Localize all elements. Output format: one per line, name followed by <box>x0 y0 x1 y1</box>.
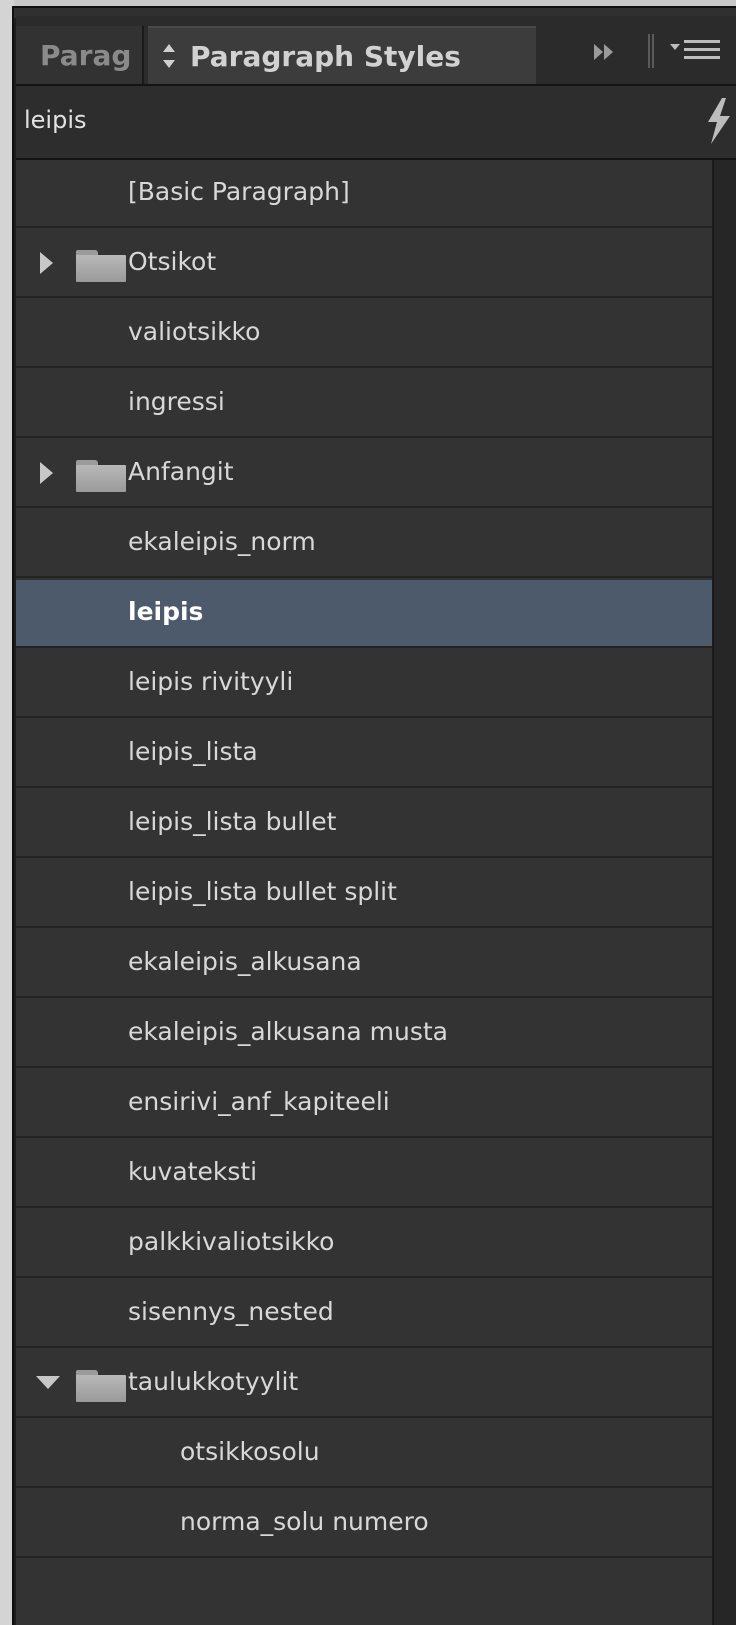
style-label: ensirivi_anf_kapiteeli <box>128 1087 390 1116</box>
style-row[interactable]: kuvateksti <box>16 1140 712 1208</box>
style-label: Anfangit <box>128 457 234 486</box>
lightning-icon[interactable] <box>702 96 736 146</box>
collapse-panel-icon[interactable] <box>592 40 622 64</box>
style-label: ekaleipis_norm <box>128 527 316 556</box>
style-label: valiotsikko <box>128 317 261 346</box>
style-row[interactable]: leipis <box>16 580 712 648</box>
style-row[interactable]: leipis_lista bullet <box>16 790 712 858</box>
style-group-row[interactable]: Otsikot <box>16 230 712 298</box>
updown-arrows-icon <box>160 42 178 70</box>
folder-icon <box>76 250 126 282</box>
style-label: sisennys_nested <box>128 1297 334 1326</box>
style-row[interactable]: ensirivi_anf_kapiteeli <box>16 1070 712 1138</box>
style-label: leipis_lista bullet split <box>128 877 397 906</box>
tab-paragraph[interactable]: Parag <box>16 26 144 84</box>
style-label: ingressi <box>128 387 225 416</box>
style-row[interactable]: ekaleipis_norm <box>16 510 712 578</box>
paragraph-styles-panel: Parag Paragraph Styles [Basic Paragraph]… <box>0 0 736 1625</box>
style-group-row[interactable]: Anfangit <box>16 440 712 508</box>
divider <box>648 34 654 68</box>
style-row[interactable]: norma_solu numero <box>16 1490 712 1558</box>
style-label: palkkivaliotsikko <box>128 1227 335 1256</box>
style-list: [Basic Paragraph] Otsikot valiotsikko ingre… <box>16 160 712 1625</box>
style-row[interactable]: sisennys_nested <box>16 1280 712 1348</box>
style-label: taulukkotyylit <box>128 1367 299 1396</box>
style-label: kuvateksti <box>128 1157 258 1186</box>
style-row[interactable]: palkkivaliotsikko <box>16 1210 712 1278</box>
style-row[interactable]: [Basic Paragraph] <box>16 160 712 228</box>
style-label: Otsikot <box>128 247 217 276</box>
style-row[interactable]: leipis rivityyli <box>16 650 712 718</box>
style-row[interactable]: ekaleipis_alkusana <box>16 930 712 998</box>
folder-icon <box>76 460 126 492</box>
panel-left-edge <box>0 0 14 1625</box>
disclosure-triangle-closed-icon[interactable] <box>38 250 58 276</box>
disclosure-triangle-closed-icon[interactable] <box>38 460 58 486</box>
folder-icon <box>76 1370 126 1402</box>
style-label: otsikkosolu <box>180 1437 320 1466</box>
scrollbar-track[interactable] <box>712 160 736 1625</box>
style-search-input[interactable] <box>24 100 664 140</box>
tab-paragraph-label: Parag <box>40 38 132 72</box>
style-row[interactable]: ekaleipis_alkusana musta <box>16 1000 712 1068</box>
style-label: leipis_lista bullet <box>128 807 337 836</box>
style-label: norma_solu numero <box>180 1507 429 1536</box>
style-row[interactable]: ingressi <box>16 370 712 438</box>
style-label: [Basic Paragraph] <box>128 177 350 206</box>
quick-apply-bar <box>16 86 736 160</box>
style-label: leipis <box>128 597 204 626</box>
style-label: leipis_lista <box>128 737 258 766</box>
panel-top-edge <box>0 0 736 18</box>
disclosure-triangle-open-icon[interactable] <box>36 1370 60 1396</box>
panel-tab-bar: Parag Paragraph Styles <box>16 16 736 86</box>
panel-menu-icon[interactable] <box>668 38 722 64</box>
style-row[interactable]: valiotsikko <box>16 300 712 368</box>
style-row[interactable]: leipis_lista <box>16 720 712 788</box>
style-label: ekaleipis_alkusana musta <box>128 1017 448 1046</box>
style-row[interactable]: leipis_lista bullet split <box>16 860 712 928</box>
style-group-row[interactable]: taulukkotyylit <box>16 1350 712 1418</box>
tab-paragraph-styles[interactable]: Paragraph Styles <box>148 26 536 84</box>
style-row[interactable]: otsikkosolu <box>16 1420 712 1488</box>
style-label: leipis rivityyli <box>128 667 294 696</box>
tab-paragraph-styles-label: Paragraph Styles <box>190 39 461 73</box>
style-label: ekaleipis_alkusana <box>128 947 362 976</box>
